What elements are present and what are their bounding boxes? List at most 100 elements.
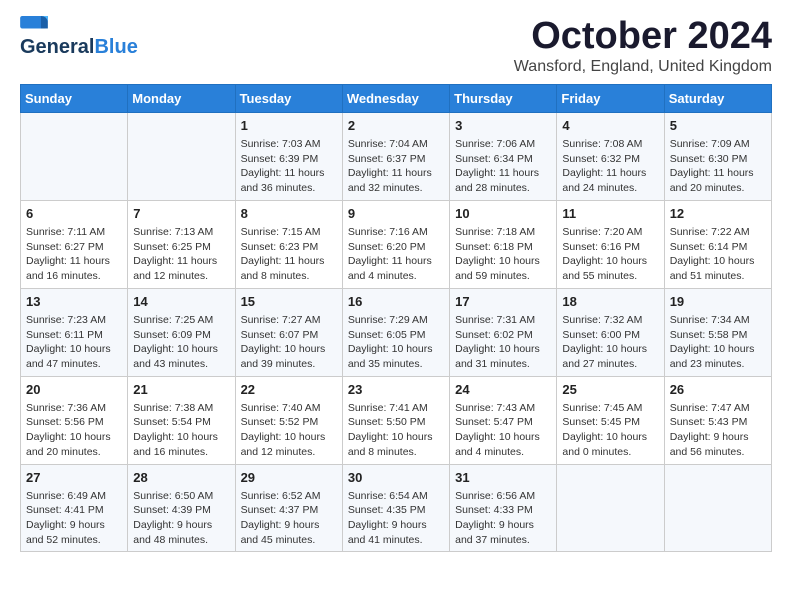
day-number: 3 — [455, 117, 551, 135]
calendar-week: 20Sunrise: 7:36 AM Sunset: 5:56 PM Dayli… — [21, 376, 772, 464]
day-number: 28 — [133, 469, 229, 487]
calendar-cell: 8Sunrise: 7:15 AM Sunset: 6:23 PM Daylig… — [235, 200, 342, 288]
day-info: Sunrise: 7:06 AM Sunset: 6:34 PM Dayligh… — [455, 137, 551, 196]
day-info: Sunrise: 7:47 AM Sunset: 5:43 PM Dayligh… — [670, 401, 766, 460]
day-number: 13 — [26, 293, 122, 311]
calendar-cell: 15 Sunrise: 7:27 AM Sunset: 6:07 PM Dayli… — [235, 288, 342, 376]
day-info: Sunrise: 7:20 AM Sunset: 6:16 PM Dayligh… — [562, 225, 658, 284]
day-info: Sunrise: 7:03 AM Sunset: 6:39 PM Dayligh… — [241, 137, 337, 196]
title-area: October 2024 Wansford, England, United K… — [514, 16, 772, 76]
day-number: 7 — [133, 205, 229, 223]
calendar-cell: 26Sunrise: 7:47 AM Sunset: 5:43 PM Dayli… — [664, 376, 771, 464]
calendar-cell: 24Sunrise: 7:43 AM Sunset: 5:47 PM Dayli… — [450, 376, 557, 464]
day-info: Sunrise: 7:16 AM Sunset: 6:20 PM Dayligh… — [348, 225, 444, 284]
calendar-cell — [664, 464, 771, 552]
calendar-cell: 2Sunrise: 7:04 AM Sunset: 6:37 PM Daylig… — [342, 112, 449, 200]
calendar-cell: 18 Sunrise: 7:32 AM Sunset: 6:00 PM Dayli… — [557, 288, 664, 376]
calendar-cell: 13 Sunrise: 7:23 AM Sunset: 6:11 PM Dayli… — [21, 288, 128, 376]
calendar-cell: 25 Sunrise: 7:45 AM Sunset: 5:45 PM Dayli… — [557, 376, 664, 464]
calendar-cell — [557, 464, 664, 552]
calendar-cell: 5 Sunrise: 7:09 AM Sunset: 6:30 PM Daylig… — [664, 112, 771, 200]
header-row: SundayMondayTuesdayWednesdayThursdayFrid… — [21, 84, 772, 112]
header-day: Sunday — [21, 84, 128, 112]
day-number: 18 — [562, 293, 658, 311]
header-day: Wednesday — [342, 84, 449, 112]
day-number: 12 — [670, 205, 766, 223]
calendar-cell: 16 Sunrise: 7:29 AM Sunset: 6:05 PM Dayli… — [342, 288, 449, 376]
calendar-cell: 7 Sunrise: 7:13 AM Sunset: 6:25 PM Daylig… — [128, 200, 235, 288]
calendar-table: SundayMondayTuesdayWednesdayThursdayFrid… — [20, 84, 772, 553]
day-number: 21 — [133, 381, 229, 399]
calendar-cell: 17Sunrise: 7:31 AM Sunset: 6:02 PM Dayli… — [450, 288, 557, 376]
calendar-cell: 19 Sunrise: 7:34 AM Sunset: 5:58 PM Dayli… — [664, 288, 771, 376]
day-number: 29 — [241, 469, 337, 487]
day-info: Sunrise: 7:41 AM Sunset: 5:50 PM Dayligh… — [348, 401, 444, 460]
page-header: General Blue October 2024 Wansford, Engl… — [20, 16, 772, 76]
calendar-cell: 22 Sunrise: 7:40 AM Sunset: 5:52 PM Dayli… — [235, 376, 342, 464]
calendar-cell: 28 Sunrise: 6:50 AM Sunset: 4:39 PM Dayli… — [128, 464, 235, 552]
calendar-week: 6 Sunrise: 7:11 AM Sunset: 6:27 PM Daylig… — [21, 200, 772, 288]
day-info: Sunrise: 6:50 AM Sunset: 4:39 PM Dayligh… — [133, 489, 229, 548]
logo-blue: Blue — [94, 36, 137, 59]
calendar-cell: 14Sunrise: 7:25 AM Sunset: 6:09 PM Dayli… — [128, 288, 235, 376]
day-number: 15 — [241, 293, 337, 311]
day-number: 6 — [26, 205, 122, 223]
day-number: 2 — [348, 117, 444, 135]
day-info: Sunrise: 7:08 AM Sunset: 6:32 PM Dayligh… — [562, 137, 658, 196]
calendar-week: 27 Sunrise: 6:49 AM Sunset: 4:41 PM Dayli… — [21, 464, 772, 552]
day-number: 16 — [348, 293, 444, 311]
header-day: Thursday — [450, 84, 557, 112]
month-title: October 2024 — [514, 16, 772, 58]
day-info: Sunrise: 7:29 AM Sunset: 6:05 PM Dayligh… — [348, 313, 444, 372]
calendar-cell: 30Sunrise: 6:54 AM Sunset: 4:35 PM Dayli… — [342, 464, 449, 552]
day-info: Sunrise: 7:15 AM Sunset: 6:23 PM Dayligh… — [241, 225, 337, 284]
day-info: Sunrise: 6:54 AM Sunset: 4:35 PM Dayligh… — [348, 489, 444, 548]
day-number: 31 — [455, 469, 551, 487]
day-number: 23 — [348, 381, 444, 399]
calendar-cell: 11 Sunrise: 7:20 AM Sunset: 6:16 PM Dayli… — [557, 200, 664, 288]
day-info: Sunrise: 6:52 AM Sunset: 4:37 PM Dayligh… — [241, 489, 337, 548]
day-info: Sunrise: 7:34 AM Sunset: 5:58 PM Dayligh… — [670, 313, 766, 372]
day-number: 4 — [562, 117, 658, 135]
day-info: Sunrise: 6:49 AM Sunset: 4:41 PM Dayligh… — [26, 489, 122, 548]
calendar-cell: 9 Sunrise: 7:16 AM Sunset: 6:20 PM Daylig… — [342, 200, 449, 288]
day-info: Sunrise: 7:23 AM Sunset: 6:11 PM Dayligh… — [26, 313, 122, 372]
day-number: 17 — [455, 293, 551, 311]
calendar-cell: 27 Sunrise: 6:49 AM Sunset: 4:41 PM Dayli… — [21, 464, 128, 552]
day-info: Sunrise: 7:22 AM Sunset: 6:14 PM Dayligh… — [670, 225, 766, 284]
logo-general: General — [20, 36, 94, 59]
calendar-week: 1Sunrise: 7:03 AM Sunset: 6:39 PM Daylig… — [21, 112, 772, 200]
day-info: Sunrise: 7:11 AM Sunset: 6:27 PM Dayligh… — [26, 225, 122, 284]
day-info: Sunrise: 6:56 AM Sunset: 4:33 PM Dayligh… — [455, 489, 551, 548]
day-number: 9 — [348, 205, 444, 223]
day-number: 10 — [455, 205, 551, 223]
day-number: 20 — [26, 381, 122, 399]
day-number: 11 — [562, 205, 658, 223]
day-info: Sunrise: 7:13 AM Sunset: 6:25 PM Dayligh… — [133, 225, 229, 284]
day-info: Sunrise: 7:18 AM Sunset: 6:18 PM Dayligh… — [455, 225, 551, 284]
calendar-cell: 10 Sunrise: 7:18 AM Sunset: 6:18 PM Dayli… — [450, 200, 557, 288]
day-number: 14 — [133, 293, 229, 311]
header-day: Tuesday — [235, 84, 342, 112]
day-number: 22 — [241, 381, 337, 399]
header-day: Saturday — [664, 84, 771, 112]
day-number: 27 — [26, 469, 122, 487]
day-info: Sunrise: 7:27 AM Sunset: 6:07 PM Dayligh… — [241, 313, 337, 372]
day-info: Sunrise: 7:38 AM Sunset: 5:54 PM Dayligh… — [133, 401, 229, 460]
day-info: Sunrise: 7:32 AM Sunset: 6:00 PM Dayligh… — [562, 313, 658, 372]
day-info: Sunrise: 7:45 AM Sunset: 5:45 PM Dayligh… — [562, 401, 658, 460]
calendar-cell: 31 Sunrise: 6:56 AM Sunset: 4:33 PM Dayli… — [450, 464, 557, 552]
calendar-cell: 3 Sunrise: 7:06 AM Sunset: 6:34 PM Daylig… — [450, 112, 557, 200]
day-number: 25 — [562, 381, 658, 399]
calendar-cell: 6 Sunrise: 7:11 AM Sunset: 6:27 PM Daylig… — [21, 200, 128, 288]
day-number: 5 — [670, 117, 766, 135]
calendar-week: 13 Sunrise: 7:23 AM Sunset: 6:11 PM Dayli… — [21, 288, 772, 376]
day-number: 19 — [670, 293, 766, 311]
calendar-cell — [21, 112, 128, 200]
day-info: Sunrise: 7:09 AM Sunset: 6:30 PM Dayligh… — [670, 137, 766, 196]
calendar-cell: 12 Sunrise: 7:22 AM Sunset: 6:14 PM Dayli… — [664, 200, 771, 288]
location: Wansford, England, United Kingdom — [514, 58, 772, 76]
day-info: Sunrise: 7:43 AM Sunset: 5:47 PM Dayligh… — [455, 401, 551, 460]
day-info: Sunrise: 7:40 AM Sunset: 5:52 PM Dayligh… — [241, 401, 337, 460]
calendar-cell: 1Sunrise: 7:03 AM Sunset: 6:39 PM Daylig… — [235, 112, 342, 200]
